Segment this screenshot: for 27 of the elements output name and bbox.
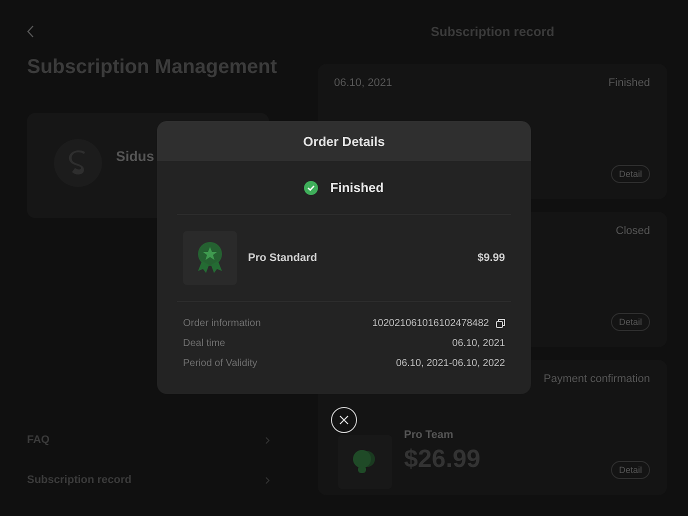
- record-status: Finished: [608, 77, 650, 89]
- close-icon: [339, 415, 349, 425]
- detail-label: Order information: [183, 318, 261, 328]
- copy-icon[interactable]: [496, 318, 505, 328]
- order-status: Finished: [330, 180, 384, 195]
- detail-value: 102021061016102478482: [372, 318, 489, 328]
- detail-button[interactable]: Detail: [610, 461, 650, 479]
- detail-button[interactable]: Detail: [610, 165, 650, 183]
- back-icon[interactable]: [26, 25, 36, 38]
- product-name: Pro Standard: [248, 252, 318, 264]
- detail-label: Period of Validity: [183, 358, 258, 368]
- detail-button[interactable]: Detail: [610, 313, 650, 331]
- medal-icon: [196, 241, 224, 275]
- check-circle-icon: [304, 180, 318, 194]
- record-date: 06.10, 2021: [334, 77, 392, 89]
- logo-icon: [54, 139, 102, 187]
- detail-value: 06.10, 2021: [452, 338, 505, 348]
- chevron-icon: [265, 436, 270, 444]
- dialog-title: Order Details: [157, 121, 531, 161]
- record-status: Closed: [616, 225, 650, 237]
- chevron-icon: [265, 476, 270, 484]
- product-price: $9.99: [477, 252, 505, 264]
- account-name: Sidus: [116, 148, 154, 164]
- detail-value: 06.10, 2021-06.10, 2022: [396, 358, 505, 368]
- detail-label: Deal time: [183, 338, 226, 348]
- record-status: Payment confirmation: [544, 373, 650, 385]
- plan-name: Pro Team: [404, 429, 454, 441]
